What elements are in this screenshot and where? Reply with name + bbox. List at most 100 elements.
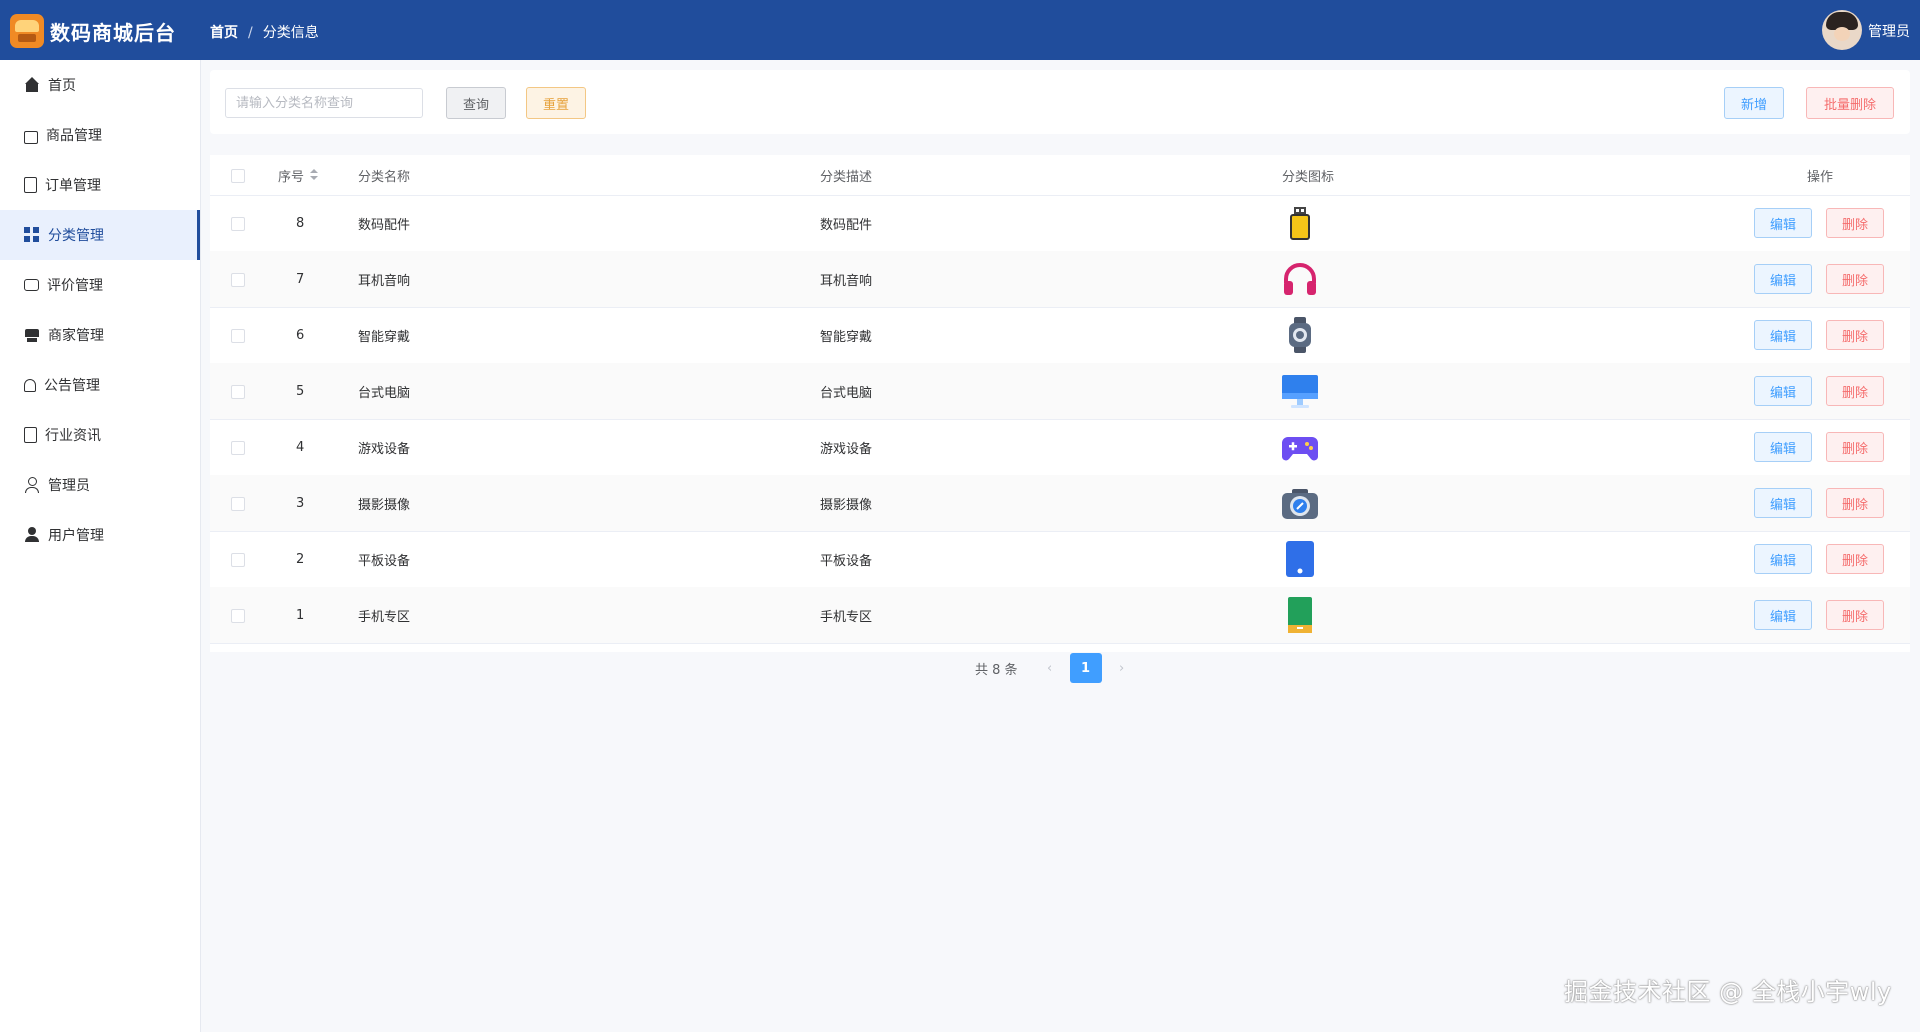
search-toolbar: 查询 重置 新增 批量删除 [210, 70, 1910, 134]
select-all-checkbox[interactable] [231, 169, 245, 183]
row-checkbox[interactable] [231, 609, 245, 623]
row-category-description: 数码配件 [820, 217, 873, 233]
row-checkbox[interactable] [231, 385, 245, 399]
edit-button[interactable]: 编辑 [1754, 488, 1812, 518]
document-icon [24, 177, 37, 193]
row-category-name: 摄影摄像 [358, 497, 411, 513]
column-header-label: 序号 [278, 169, 305, 185]
sidebar-item-orders[interactable]: 订单管理 [0, 160, 200, 210]
sidebar-item-home[interactable]: 首页 [0, 60, 200, 110]
sidebar-item-label: 用户管理 [48, 528, 104, 544]
sidebar-item-label: 公告管理 [44, 378, 100, 394]
page-number-button[interactable]: 1 [1069, 653, 1102, 683]
watermark: 掘金技术社区 @ 全栈小宇wly [1564, 978, 1892, 1006]
row-category-description: 游戏设备 [820, 441, 873, 457]
delete-button[interactable]: 删除 [1826, 432, 1884, 462]
delete-button[interactable]: 删除 [1826, 320, 1884, 350]
table-row: 6 智能穿戴 智能穿戴 编辑 删除 [210, 307, 1910, 364]
sidebar-item-label: 首页 [48, 78, 76, 94]
admin-name[interactable]: 管理员 [1868, 21, 1910, 41]
sidebar-item-products[interactable]: 商品管理 [0, 110, 200, 160]
column-header-actions: 操作 [1807, 169, 1834, 185]
edit-button[interactable]: 编辑 [1754, 600, 1812, 630]
add-button[interactable]: 新增 [1724, 87, 1784, 119]
table-row: 1 手机专区 手机专区 编辑 删除 [210, 587, 1910, 644]
row-checkbox[interactable] [231, 329, 245, 343]
row-checkbox[interactable] [231, 553, 245, 567]
sidebar-item-label: 评价管理 [47, 278, 103, 294]
shop-logo-icon [10, 14, 44, 48]
row-index: 7 [296, 271, 305, 287]
phone-icon [1280, 595, 1320, 635]
edit-button[interactable]: 编辑 [1754, 208, 1812, 238]
row-checkbox[interactable] [231, 441, 245, 455]
edit-button[interactable]: 编辑 [1754, 320, 1812, 350]
chat-icon [24, 279, 39, 291]
gamepad-icon [1280, 427, 1320, 467]
row-category-description: 台式电脑 [820, 385, 873, 401]
edit-button[interactable]: 编辑 [1754, 376, 1812, 406]
sidebar-item-categories[interactable]: 分类管理 [0, 210, 200, 260]
bell-icon [24, 378, 36, 392]
sidebar-item-merchants[interactable]: 商家管理 [0, 310, 200, 360]
row-category-name: 智能穿戴 [358, 329, 411, 345]
batch-delete-button[interactable]: 批量删除 [1806, 87, 1894, 119]
edit-button[interactable]: 编辑 [1754, 264, 1812, 294]
sort-icon[interactable] [310, 169, 319, 181]
row-checkbox[interactable] [231, 217, 245, 231]
sidebar-item-label: 分类管理 [48, 228, 104, 244]
pagination-total: 共 8 条 [975, 662, 1018, 678]
table-row: 5 台式电脑 台式电脑 编辑 删除 [210, 363, 1910, 420]
column-header-name: 分类名称 [358, 169, 411, 185]
row-category-description: 手机专区 [820, 609, 873, 625]
column-header-icon: 分类图标 [1282, 169, 1335, 185]
row-category-name: 平板设备 [358, 553, 411, 569]
prev-page-button[interactable]: ‹ [1036, 654, 1064, 682]
desktop-monitor-icon [1280, 371, 1320, 411]
app-title: 数码商城后台 [50, 21, 176, 45]
delete-button[interactable]: 删除 [1826, 376, 1884, 406]
admin-avatar[interactable] [1822, 10, 1862, 50]
table-row: 2 平板设备 平板设备 编辑 删除 [210, 531, 1910, 588]
row-checkbox[interactable] [231, 273, 245, 287]
grid-icon [24, 227, 40, 243]
delete-button[interactable]: 删除 [1826, 544, 1884, 574]
delete-button[interactable]: 删除 [1826, 208, 1884, 238]
row-index: 1 [296, 607, 305, 623]
row-index: 5 [296, 383, 305, 399]
sidebar-item-admins[interactable]: 管理员 [0, 460, 200, 510]
camera-icon [1280, 483, 1320, 523]
table-row: 8 数码配件 数码配件 编辑 删除 [210, 195, 1910, 252]
row-category-name: 数码配件 [358, 217, 411, 233]
edit-button[interactable]: 编辑 [1754, 544, 1812, 574]
reset-button[interactable]: 重置 [526, 87, 586, 119]
row-index: 2 [296, 551, 305, 567]
next-page-button[interactable]: › [1108, 654, 1136, 682]
user-filled-icon [24, 527, 40, 543]
table-row: 3 摄影摄像 摄影摄像 编辑 删除 [210, 475, 1910, 532]
table-row: 4 游戏设备 游戏设备 编辑 删除 [210, 419, 1910, 476]
sidebar-item-reviews[interactable]: 评价管理 [0, 260, 200, 310]
delete-button[interactable]: 删除 [1826, 488, 1884, 518]
sidebar-item-news[interactable]: 行业资讯 [0, 410, 200, 460]
row-checkbox[interactable] [231, 497, 245, 511]
row-category-name: 手机专区 [358, 609, 411, 625]
row-category-description: 摄影摄像 [820, 497, 873, 513]
delete-button[interactable]: 删除 [1826, 600, 1884, 630]
category-table: 序号 分类名称 分类描述 分类图标 操作 8 数码配件 数码配件 编辑 删除 7 耳机音响耳… [210, 155, 1910, 652]
usb-drive-icon [1280, 203, 1320, 243]
column-header-index[interactable]: 序号 [278, 155, 319, 195]
sidebar-item-notices[interactable]: 公告管理 [0, 360, 200, 410]
delete-button[interactable]: 删除 [1826, 264, 1884, 294]
home-icon [24, 77, 40, 93]
sidebar-item-users[interactable]: 用户管理 [0, 510, 200, 560]
edit-button[interactable]: 编辑 [1754, 432, 1812, 462]
breadcrumb-home-link[interactable]: 首页 [210, 25, 238, 41]
breadcrumb-separator: / [248, 25, 253, 41]
category-search-input[interactable] [225, 88, 423, 118]
user-icon [24, 477, 40, 493]
query-button[interactable]: 查询 [446, 87, 506, 119]
row-category-name: 台式电脑 [358, 385, 411, 401]
row-index: 8 [296, 215, 305, 231]
sidebar-item-label: 行业资讯 [45, 428, 101, 444]
